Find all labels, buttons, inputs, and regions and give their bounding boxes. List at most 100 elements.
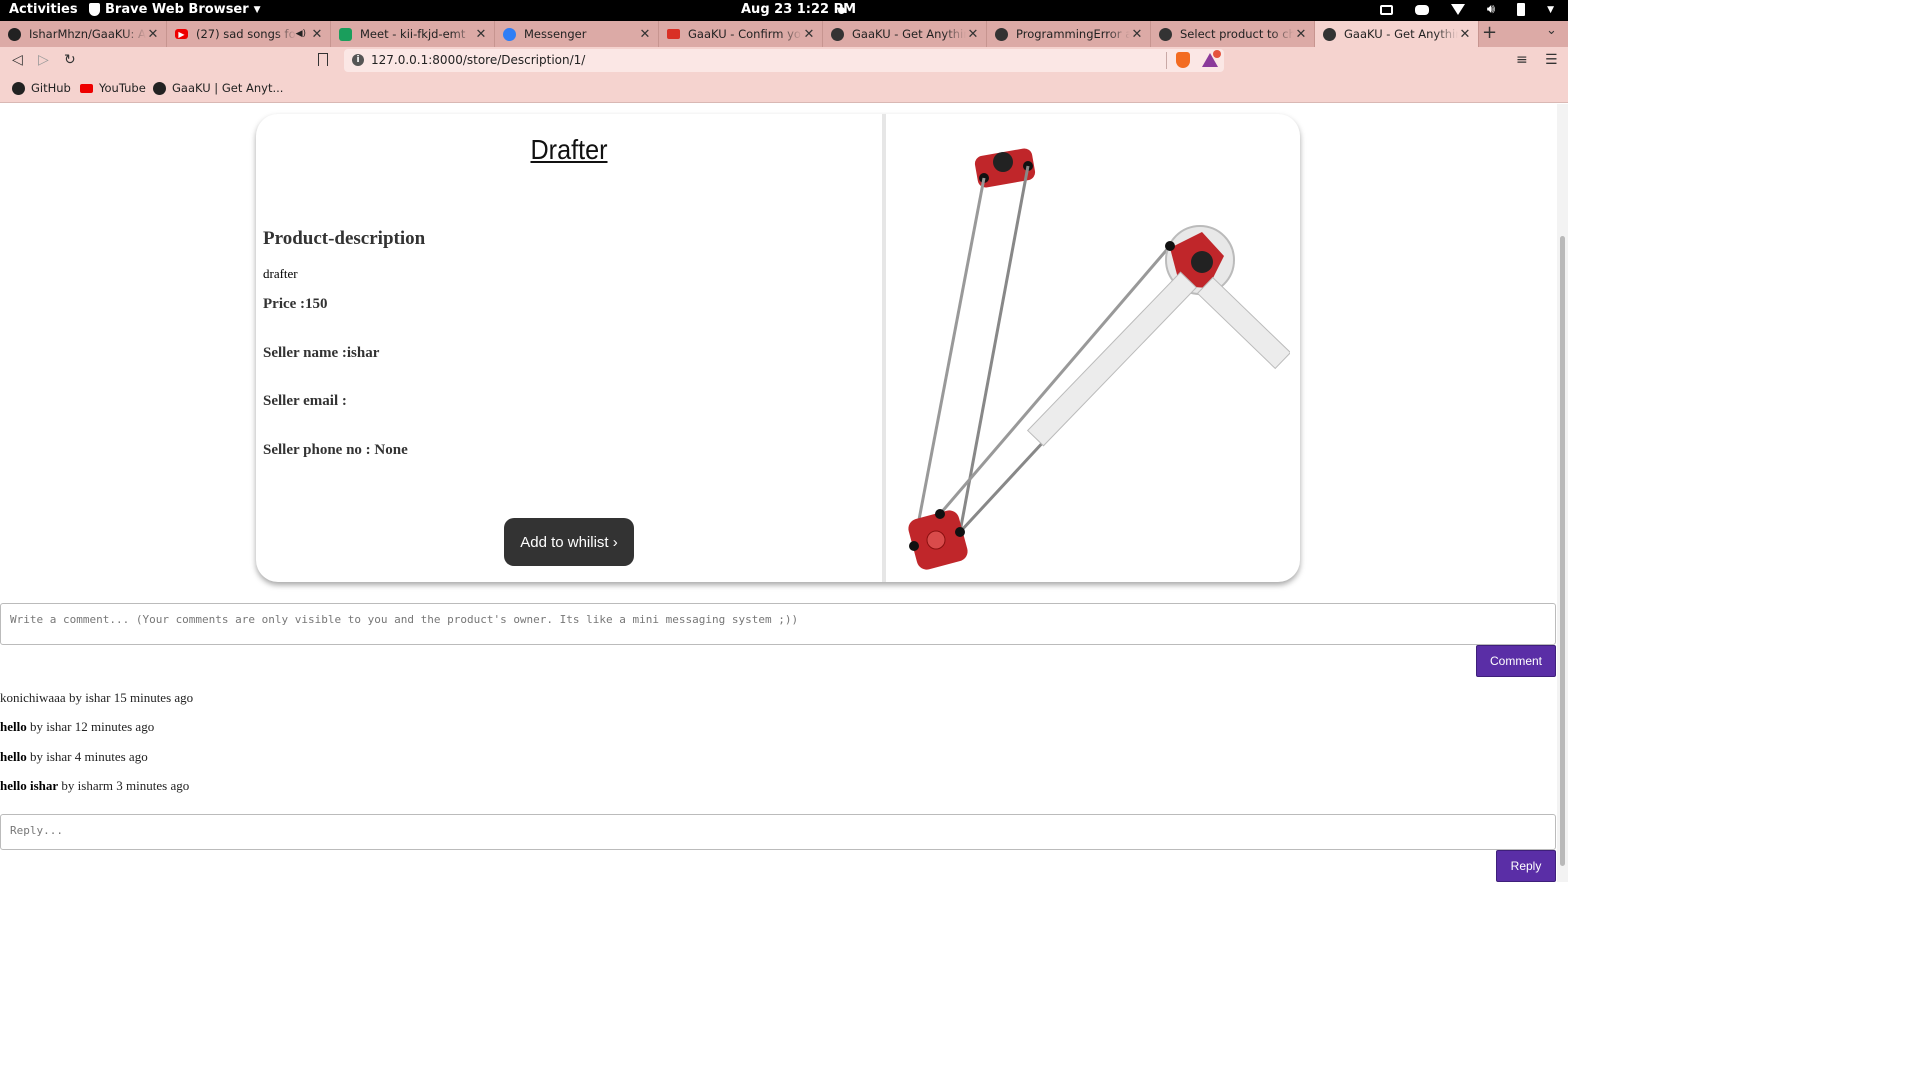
globe-icon [1323,27,1336,41]
close-icon[interactable]: ✕ [1458,27,1472,42]
app-menu[interactable]: Brave Web Browser ▼ [89,2,261,17]
product-title: Drafter [530,134,608,165]
youtube-icon: ▶ [175,29,188,39]
tab-gaaku-active[interactable]: GaaKU - Get Anything at ✕ [1315,21,1479,47]
meet-icon [339,27,352,41]
comment-text: konichiwaaa [0,690,66,705]
close-icon[interactable]: ✕ [146,27,160,42]
bookmark-github[interactable]: GitHub [12,81,71,95]
system-top-bar: Activities Brave Web Browser ▼ Aug 23 1:… [0,0,1568,21]
github-icon [12,81,25,95]
comment-meta: by ishar 12 minutes ago [26,719,155,734]
forward-arrow-icon[interactable]: ▷ [38,52,49,68]
activities-button[interactable]: Activities [9,2,78,17]
display-icon[interactable] [1379,4,1393,15]
address-bar[interactable]: i 127.0.0.1:8000/store/Description/1/ [344,49,1224,72]
scrollbar-thumb[interactable] [1560,236,1565,866]
tab-meet[interactable]: Meet - kii-fkjd-emt ✕ [331,21,495,47]
battery-icon[interactable] [1517,3,1526,16]
close-icon[interactable]: ✕ [966,27,980,42]
bookmark-icon[interactable] [318,53,328,66]
notification-dot-icon [838,7,845,14]
bookmark-label: GaaKU | Get Anyt... [172,81,284,95]
tab-title: GaaKU - Get Anything at [852,27,966,41]
brave-shields-icon[interactable] [1176,52,1190,68]
tab-select-product[interactable]: Select product to chang ✕ [1151,21,1315,47]
comment-text: hello [0,749,27,764]
product-image [908,148,1290,570]
site-info-icon[interactable]: i [352,54,364,66]
app-menu-label: Brave Web Browser [105,2,249,17]
reply-input[interactable] [0,814,1556,850]
page-scrollbar[interactable] [1557,104,1568,882]
description-text: drafter [263,266,298,281]
comment-button[interactable]: Comment [1476,645,1556,677]
description-heading: Product-description [263,228,426,249]
url-text[interactable]: 127.0.0.1:8000/store/Description/1/ [371,53,585,67]
page-content: Drafter Product-description drafter Pric… [0,104,1557,882]
tab-gaaku-1[interactable]: GaaKU - Get Anything at ✕ [823,21,987,47]
close-icon[interactable]: ✕ [638,27,652,42]
tab-title: Select product to chang [1180,27,1294,41]
comment-item: hello ishar by isharm 3 minutes ago [0,778,189,794]
tab-title: GaaKU - Get Anything at [1344,27,1458,41]
comment-meta: by ishar 4 minutes ago [26,749,148,764]
hamburger-menu-icon[interactable]: ☰ [1545,52,1558,68]
globe-icon [995,27,1008,41]
close-icon[interactable]: ✕ [474,27,488,42]
tab-github[interactable]: IsharMhzn/GaaKU: A we ✕ [0,21,167,47]
globe-icon [1159,27,1172,41]
close-icon[interactable]: ✕ [310,27,324,42]
speaker-icon[interactable]: ◀) [296,29,306,39]
github-icon [8,27,21,41]
seller-phone: Seller phone no : None [263,442,408,458]
back-arrow-icon[interactable]: ◁ [12,52,23,68]
comment-meta: by ishar 15 minutes ago [65,690,194,705]
tab-strip: IsharMhzn/GaaKU: A we ✕ ▶ (27) sad songs… [0,21,1568,47]
tab-programming-error[interactable]: ProgrammingError at /a ✕ [987,21,1151,47]
power-menu-chevron-icon[interactable]: ▼ [1547,5,1554,15]
tab-gmail[interactable]: GaaKU - Confirm your en ✕ [659,21,823,47]
tab-search-chevron-icon[interactable]: ⌄ [1546,23,1557,38]
card-divider [882,114,886,582]
close-icon[interactable]: ✕ [1294,27,1308,42]
tab-messenger[interactable]: Messenger ✕ [495,21,659,47]
discord-icon[interactable] [1414,4,1429,15]
globe-icon [831,27,844,41]
price: Price :150 [263,296,328,312]
comment-text: hello ishar [0,778,59,793]
comment-text: hello [0,719,27,734]
seller-email: Seller email : [263,393,347,409]
new-tab-plus-icon[interactable]: + [1482,22,1497,43]
globe-icon [153,81,166,95]
add-to-wishlist-button[interactable]: Add to whilist › [504,518,634,566]
comment-item: hello by ishar 12 minutes ago [0,719,154,735]
volume-icon[interactable]: 🔊︎ [1487,3,1495,16]
close-icon[interactable]: ✕ [802,27,816,42]
divider [1166,52,1167,69]
bookmark-gaaku[interactable]: GaaKU | Get Anyt... [153,81,283,95]
tab-title: IsharMhzn/GaaKU: A we [29,27,146,41]
comment-meta: by isharm 3 minutes ago [58,778,190,793]
close-icon[interactable]: ✕ [1130,27,1144,42]
brave-lion-icon [89,3,100,16]
playlist-icon[interactable]: ≡ [1516,52,1528,68]
bookmark-label: GitHub [31,81,71,95]
reload-icon[interactable]: ↻ [64,52,76,68]
reply-button[interactable]: Reply [1496,850,1556,882]
comment-input[interactable] [0,603,1556,645]
wifi-icon[interactable] [1450,4,1465,15]
tab-title: Messenger [524,27,587,41]
comment-item: hello by ishar 4 minutes ago [0,749,148,765]
chevron-down-icon: ▼ [253,4,261,15]
messenger-icon [503,27,516,41]
seller-name: Seller name :ishar [263,345,380,361]
tab-youtube[interactable]: ▶ (27) sad songs for sa ◀) ✕ [167,21,331,47]
bookmarks-bar: GitHub YouTube GaaKU | Get Anyt... [0,75,1568,103]
bookmark-label: YouTube [99,81,146,95]
tab-title: (27) sad songs for sa [196,27,296,41]
tab-title: GaaKU - Confirm your en [688,27,802,41]
bookmark-youtube[interactable]: YouTube [80,81,146,95]
system-tray[interactable]: 🔊︎ ▼ [1379,3,1554,16]
youtube-icon [80,83,93,93]
